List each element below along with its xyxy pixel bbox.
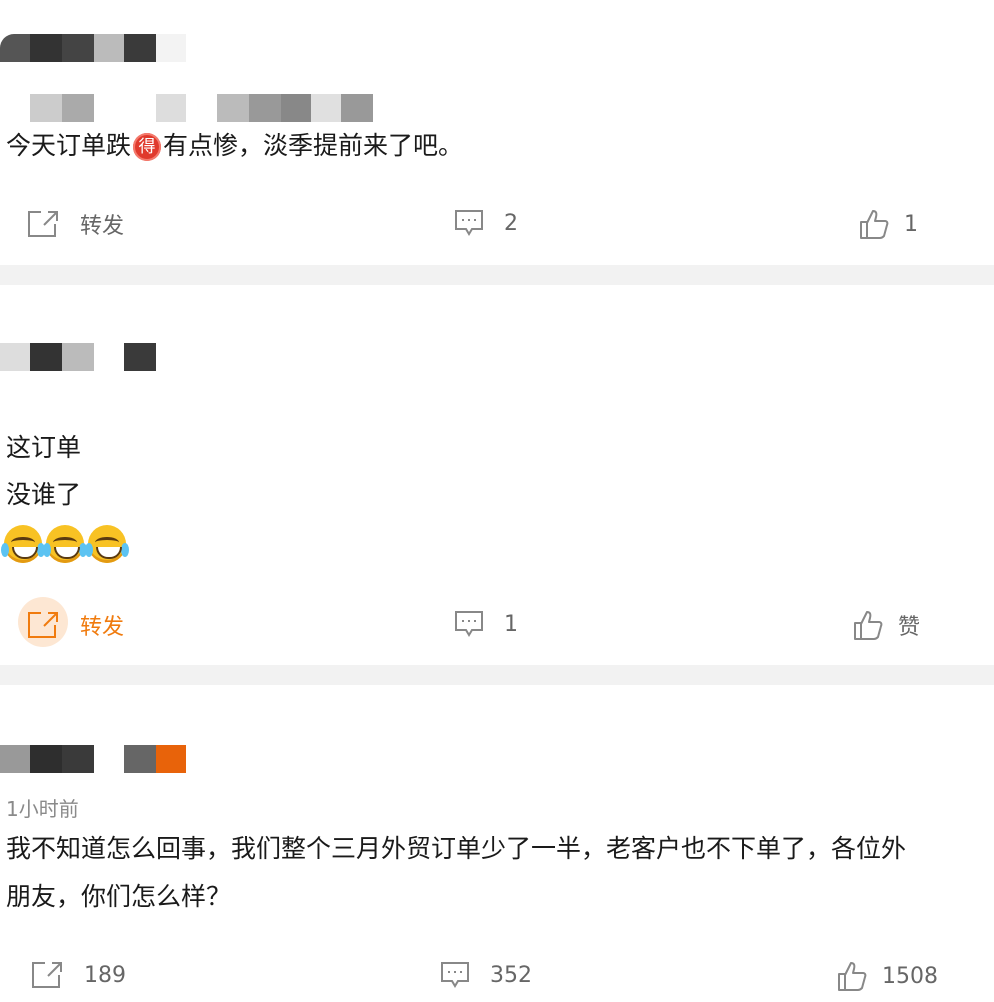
post-text-line-2: 朋友，你们怎么样？ <box>6 882 232 911</box>
comment-button[interactable]: 2 <box>454 208 518 238</box>
comment-count: 2 <box>504 210 518 236</box>
post-text-part: 今天订单跌 <box>6 131 132 160</box>
post-text-line-2: 没谁了 <box>6 480 82 509</box>
repost-label: 转发 <box>80 615 125 640</box>
post-1: 今天订单跌得有点惨，淡季提前来了吧。 转发 2 1 <box>0 0 994 265</box>
blurred-meta <box>0 94 380 122</box>
repost-label: 转发 <box>80 214 125 239</box>
thumbs-up-icon <box>854 611 883 640</box>
comment-icon <box>441 962 469 988</box>
thumbs-up-icon <box>838 962 867 991</box>
comment-count: 1 <box>504 611 518 637</box>
comment-count: 352 <box>490 962 532 988</box>
laugh-cry-emoji <box>85 525 129 563</box>
post-time: 1小时前 <box>6 797 79 821</box>
laugh-cry-emoji <box>43 525 87 563</box>
post-3: 1小时前 我不知道怎么回事，我们整个三月外贸订单少了一半，老客户也不下单了，各位… <box>0 685 994 1002</box>
post-text-line-1: 这订单 <box>6 433 82 462</box>
like-button[interactable]: 1508 <box>836 960 938 992</box>
repost-button[interactable]: 转发 <box>26 208 124 240</box>
repost-count: 189 <box>84 962 126 988</box>
like-count: 1 <box>904 211 918 237</box>
blurred-username <box>0 34 200 62</box>
share-icon <box>28 211 58 237</box>
de-badge-icon: 得 <box>133 133 162 161</box>
post-separator <box>0 265 994 285</box>
comment-button[interactable]: 1 <box>454 609 518 639</box>
like-button[interactable]: 赞 <box>852 609 920 641</box>
like-button[interactable]: 1 <box>858 208 918 240</box>
comment-icon <box>455 210 483 236</box>
post-text: 今天订单跌得有点惨，淡季提前来了吧。 <box>6 124 463 168</box>
post-separator <box>0 665 994 685</box>
comment-icon <box>455 611 483 637</box>
laugh-cry-emoji <box>1 525 45 563</box>
share-icon <box>28 612 58 638</box>
post-text-part: 有点惨，淡季提前来了吧。 <box>163 131 464 160</box>
thumbs-up-icon <box>860 210 889 239</box>
blurred-username <box>0 745 200 773</box>
emoji-row <box>1 525 129 563</box>
like-label: 赞 <box>898 615 921 640</box>
repost-button[interactable]: 189 <box>30 960 126 990</box>
post-2: 这订单 没谁了 转发 1 赞 <box>0 285 994 665</box>
comment-button[interactable]: 352 <box>440 960 532 990</box>
repost-button[interactable]: 转发 <box>18 597 125 647</box>
post-text-line-1: 我不知道怎么回事，我们整个三月外贸订单少了一半，老客户也不下单了，各位外 <box>6 834 907 863</box>
share-icon <box>32 962 62 988</box>
blurred-username <box>0 343 200 371</box>
like-count: 1508 <box>882 963 938 989</box>
